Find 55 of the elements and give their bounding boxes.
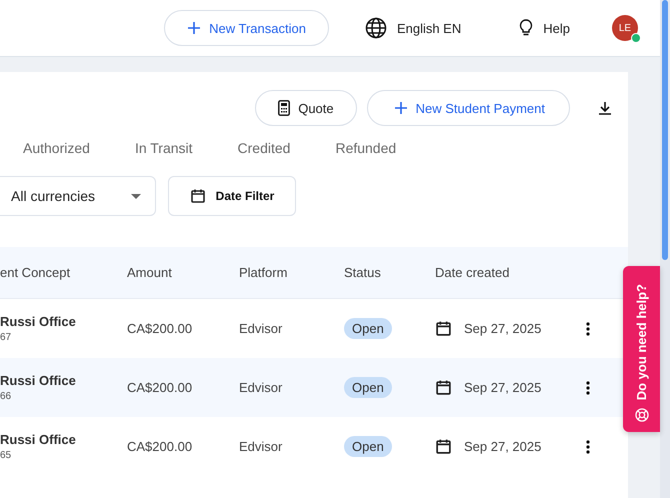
kebab-icon [586, 440, 590, 454]
language-button[interactable]: English EN [364, 17, 462, 39]
more-options-button[interactable] [584, 320, 592, 338]
download-icon [598, 101, 612, 115]
status-badge: Open [344, 318, 392, 339]
date-cell: Sep 27, 2025 [464, 439, 542, 454]
concept-reference: 67 [0, 332, 12, 343]
lifebuoy-icon [634, 408, 648, 422]
date-filter-button[interactable]: Date Filter [168, 176, 296, 216]
globe-icon [364, 17, 387, 39]
help-tab[interactable]: Do you need help? [623, 266, 660, 432]
status-tab[interactable]: Credited [238, 140, 290, 158]
concept-name: Russi Office [0, 373, 77, 388]
concept-name: Russi Office [0, 432, 77, 447]
plus-icon [394, 101, 408, 115]
quote-button[interactable]: Quote [255, 90, 357, 126]
column-header: ent Concept [0, 265, 72, 280]
calendar-icon [190, 188, 206, 204]
kebab-icon [586, 380, 590, 394]
calendar-icon [435, 438, 452, 455]
concept-reference: 65 [0, 450, 12, 461]
column-header: Date created [435, 265, 510, 280]
calculator-icon [278, 100, 290, 116]
new-student-payment-button[interactable]: New Student Payment [366, 90, 570, 126]
platform-cell-text: Edvisor [239, 321, 284, 336]
lightbulb-icon [519, 19, 534, 37]
currency-dropdown[interactable]: All currencies [0, 176, 156, 216]
date-cell: Sep 27, 2025 [464, 321, 542, 336]
scrollbar-thumb[interactable] [662, 0, 668, 260]
column-header: Status [344, 265, 382, 280]
amount-cell-text: CA$200.00 [127, 321, 194, 336]
status-tab[interactable]: Authorized [23, 140, 90, 158]
status-tab[interactable]: Refunded [335, 140, 396, 158]
caret-icon [131, 194, 141, 198]
platform-cell-text: Edvisor [239, 439, 284, 454]
status-badge: Open [344, 436, 392, 457]
column-header: Platform [239, 265, 288, 280]
amount-cell-text: CA$200.00 [127, 439, 194, 454]
date-cell: Sep 27, 2025 [464, 380, 542, 395]
calendar-icon [435, 379, 452, 396]
help-button[interactable]: Help [519, 19, 570, 37]
concept-name: Russi Office [0, 314, 77, 329]
more-options-button[interactable] [584, 378, 592, 396]
column-header: Amount [127, 265, 173, 280]
new-transaction-button[interactable]: New Transaction [164, 10, 329, 46]
platform-cell-text: Edvisor [239, 380, 284, 395]
calendar-icon [435, 320, 452, 337]
status-tab[interactable]: In Transit [134, 140, 193, 158]
amount-cell-text: CA$200.00 [127, 380, 194, 395]
kebab-icon [586, 322, 590, 336]
plus-icon [187, 21, 202, 35]
more-options-button[interactable] [584, 438, 592, 456]
user-avatar[interactable]: LE [612, 15, 638, 41]
concept-reference: 66 [0, 391, 12, 402]
status-badge: Open [344, 377, 392, 398]
